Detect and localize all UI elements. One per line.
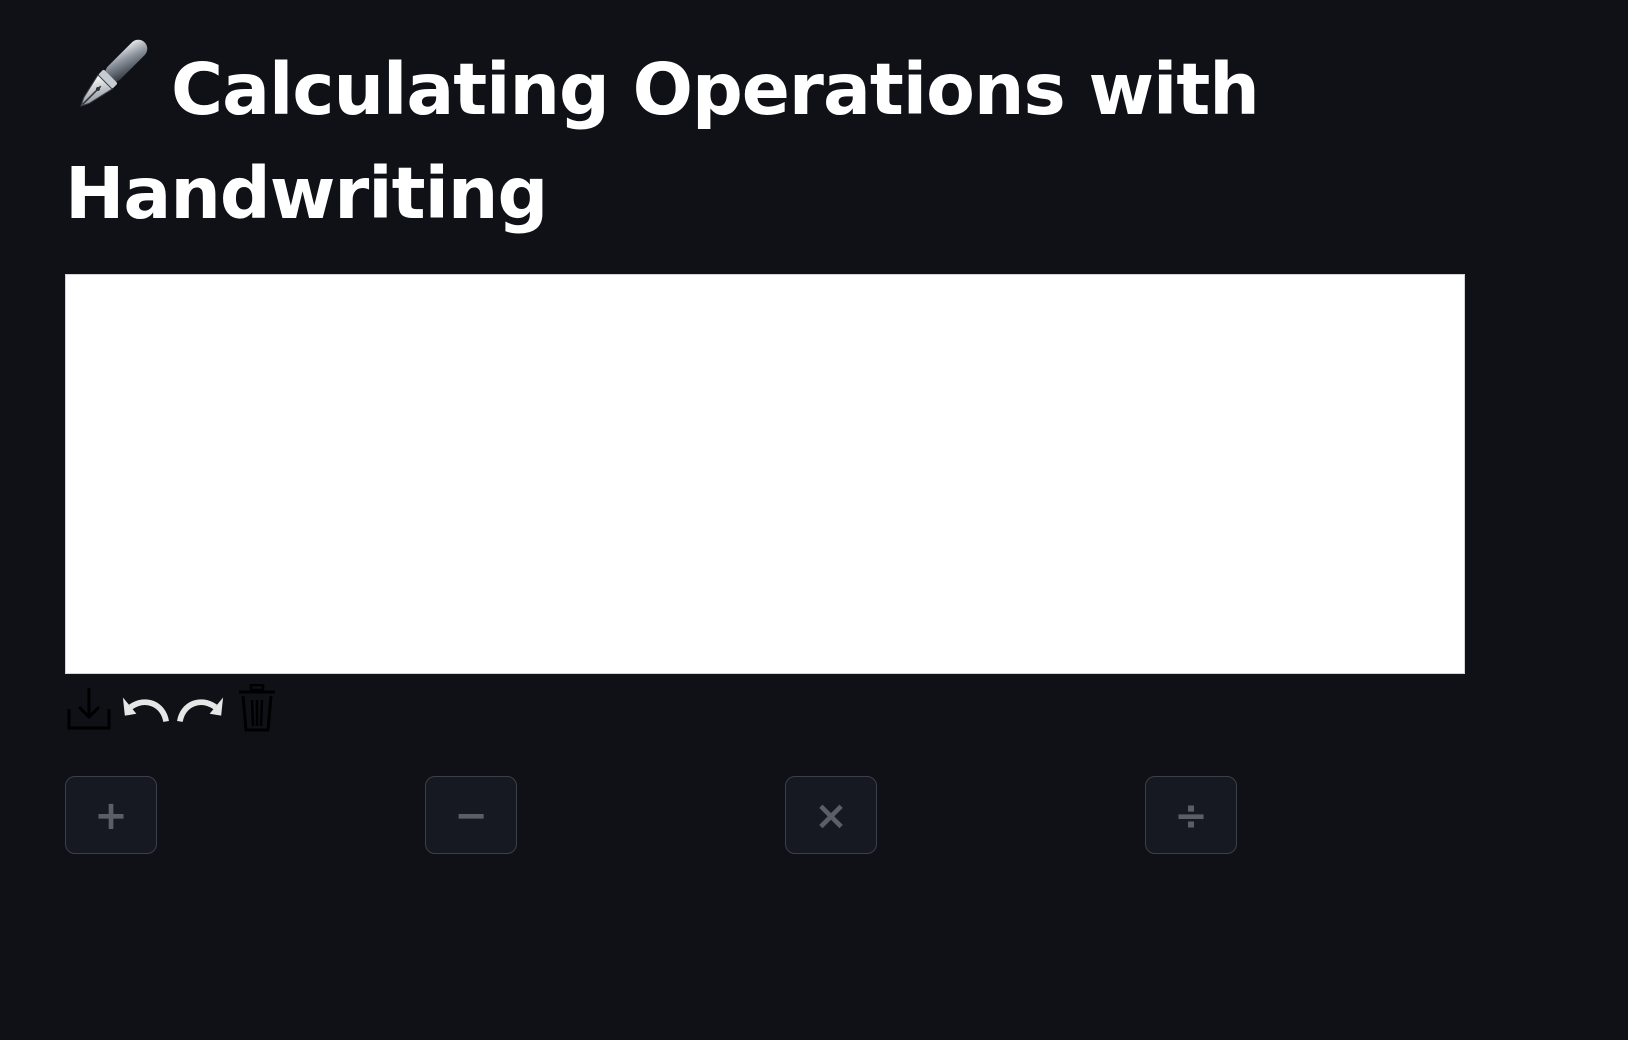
undo-icon[interactable] (121, 684, 169, 732)
page-title-text: Calculating Operations with Handwriting (65, 48, 1260, 235)
trash-icon[interactable] (233, 684, 281, 732)
canvas-toolbar (65, 683, 281, 733)
multiply-button[interactable]: × (785, 776, 877, 854)
subtract-button[interactable]: − (425, 776, 517, 854)
redo-icon[interactable] (177, 684, 225, 732)
download-icon[interactable] (65, 684, 113, 732)
drawing-canvas[interactable] (65, 274, 1465, 674)
divide-button[interactable]: ÷ (1145, 776, 1237, 854)
fountain-pen-icon (65, 32, 155, 122)
add-button[interactable]: + (65, 776, 157, 854)
operation-buttons: + − × ÷ (65, 776, 1465, 856)
page-title: Calculating Operations with Handwriting (65, 32, 1405, 246)
